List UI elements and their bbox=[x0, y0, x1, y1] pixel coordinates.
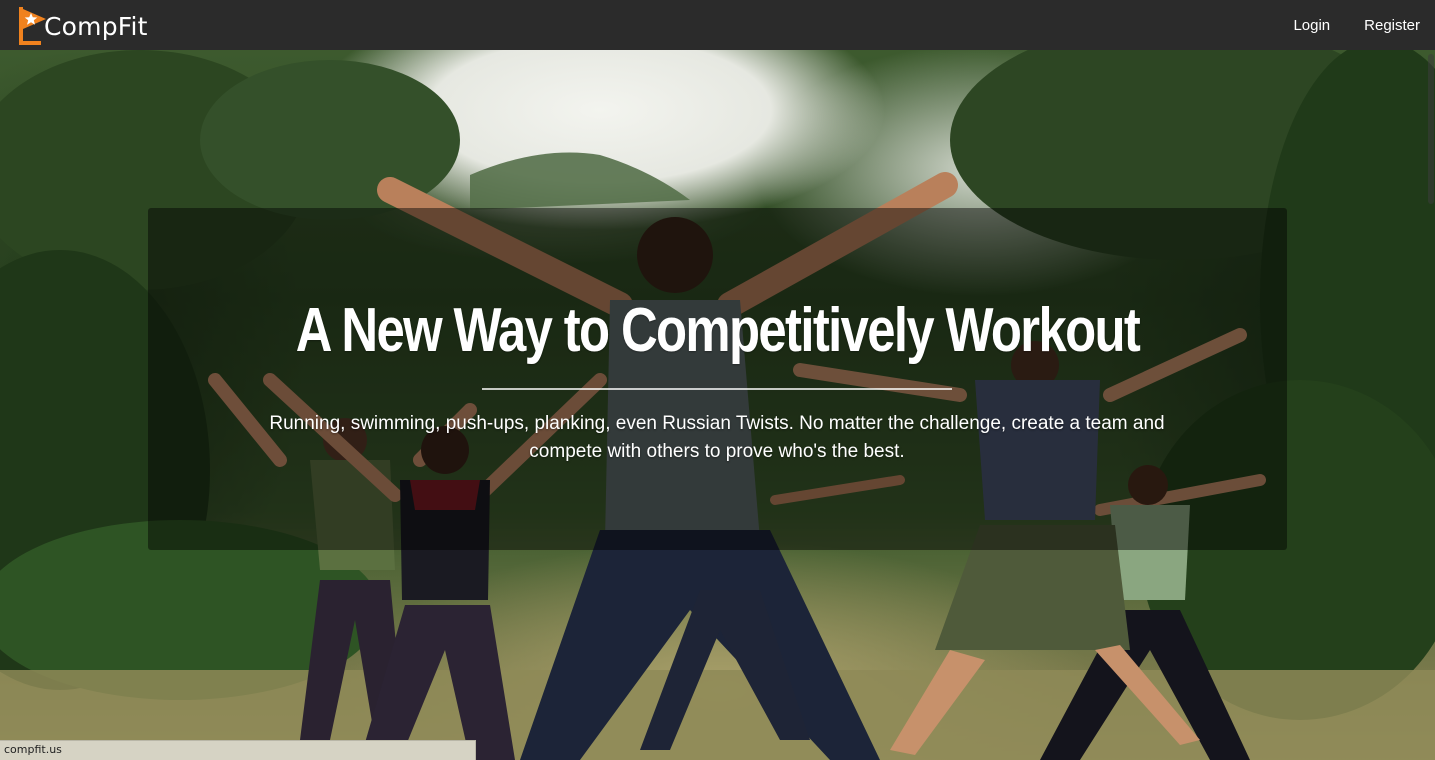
brand-home-link[interactable]: CompFit bbox=[16, 4, 148, 48]
top-navbar: CompFit Login Register bbox=[0, 0, 1435, 50]
browser-status-bar: compfit.us bbox=[0, 740, 476, 760]
hero-overlay-panel bbox=[148, 208, 1287, 550]
hero-subtitle: Running, swimming, push-ups, planking, e… bbox=[269, 413, 1165, 462]
brand-name: CompFit bbox=[44, 11, 148, 41]
scrollbar-thumb[interactable] bbox=[1428, 54, 1434, 204]
status-url: compfit.us bbox=[4, 743, 62, 756]
vertical-scrollbar[interactable] bbox=[1427, 50, 1435, 760]
hero-divider bbox=[482, 388, 952, 390]
register-link[interactable]: Register bbox=[1330, 17, 1420, 34]
hero-section: A New Way to Competitively Workout Runni… bbox=[0, 50, 1435, 760]
nav-links: Login Register bbox=[1259, 0, 1420, 50]
login-link[interactable]: Login bbox=[1259, 17, 1330, 34]
hero-title: A New Way to Competitively Workout bbox=[295, 296, 1141, 365]
